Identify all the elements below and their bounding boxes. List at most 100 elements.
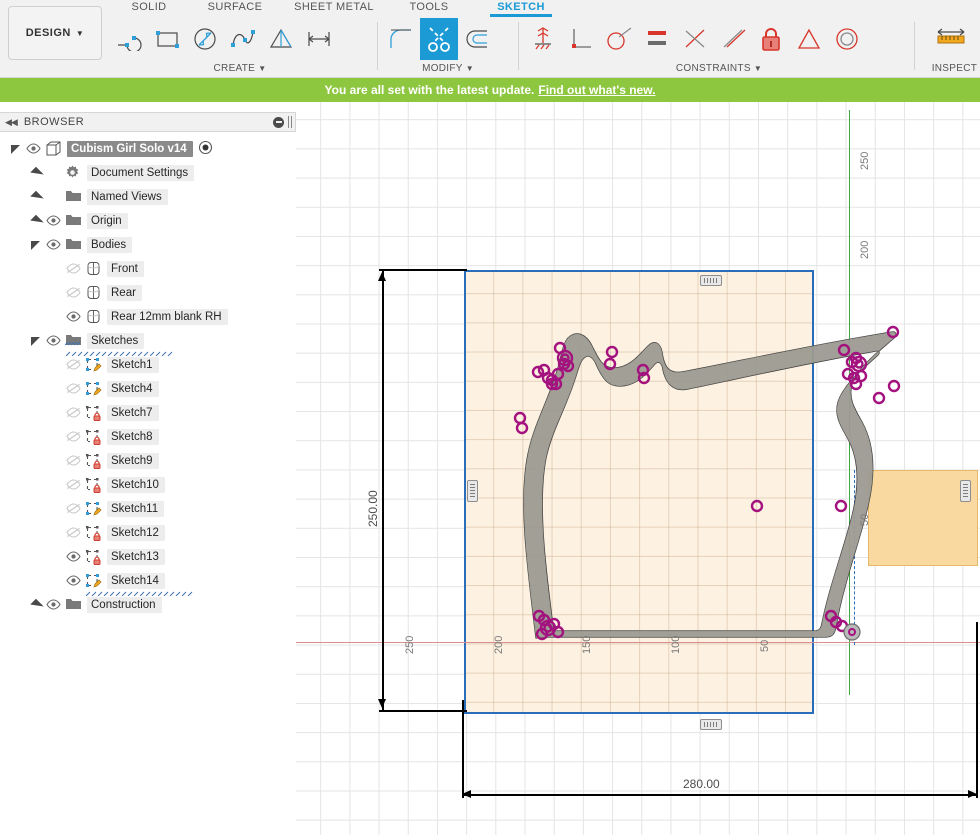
eye-visible-icon[interactable] (43, 598, 65, 612)
browser-item-document-settings[interactable]: Document Settings (0, 161, 296, 185)
width-dimension-text[interactable]: 280.00 (683, 777, 720, 791)
browser-item-sketch14[interactable]: Sketch14 (0, 569, 296, 597)
browser-item-front[interactable]: Front (0, 257, 296, 281)
browser-item-sketch7[interactable]: Sketch7 (0, 401, 296, 425)
collapse-triangle-icon[interactable] (30, 335, 43, 348)
expand-triangle-icon[interactable] (30, 191, 43, 204)
height-dim-ext-top (379, 269, 467, 271)
browser-item-sketch1[interactable]: Sketch1 (0, 353, 296, 377)
eye-visible-icon[interactable] (43, 214, 65, 228)
eye-hidden-icon[interactable] (63, 478, 85, 492)
plane-grip-top[interactable] (700, 275, 722, 286)
workspace-switcher-button[interactable]: DESIGN ▼ (8, 6, 102, 60)
circle-diameter-icon[interactable] (186, 18, 224, 60)
expand-triangle-icon[interactable] (30, 599, 43, 612)
create-panel: CREATE ▼ (110, 17, 377, 77)
tab-sketch[interactable]: SKETCH (490, 0, 552, 17)
browser-tree: Cubism Girl Solo v14 Document Settings Nam… (0, 137, 296, 617)
perpendicular-constraint-icon[interactable] (562, 18, 600, 60)
browser-item-sketch12[interactable]: Sketch12 (0, 521, 296, 545)
collapse-triangle-icon[interactable] (30, 239, 43, 252)
expand-triangle-icon[interactable] (30, 167, 43, 180)
eye-hidden-icon[interactable] (63, 286, 85, 300)
spline-icon[interactable] (224, 18, 262, 60)
collapse-left-icon[interactable]: ◀◀ (5, 117, 18, 128)
browser-item-sketches[interactable]: Sketches (0, 329, 296, 357)
constraints-panel-label[interactable]: CONSTRAINTS ▼ (569, 63, 869, 74)
equal-constraint-icon[interactable] (714, 18, 752, 60)
modify-panel-label[interactable]: MODIFY ▼ (382, 63, 514, 74)
browser-item-sketch11[interactable]: Sketch11 (0, 497, 296, 521)
eye-hidden-icon[interactable] (63, 454, 85, 468)
eye-hidden-icon[interactable] (63, 406, 85, 420)
browser-item-origin[interactable]: Origin (0, 209, 296, 233)
panel-resize-handle[interactable] (288, 116, 292, 128)
eye-visible-icon[interactable] (63, 550, 85, 564)
eye-visible-icon[interactable] (23, 142, 45, 156)
browser-item-label: Construction (87, 597, 162, 613)
polygon-icon[interactable] (262, 18, 300, 60)
eye-visible-icon[interactable] (43, 334, 65, 348)
measure-icon[interactable] (932, 18, 970, 60)
tab-surface[interactable]: SURFACE (196, 0, 274, 17)
browser-item-named-views[interactable]: Named Views (0, 185, 296, 209)
expand-triangle-icon[interactable] (30, 215, 43, 228)
rectangle-icon[interactable] (148, 18, 186, 60)
browser-item-sketch8[interactable]: Sketch8 (0, 425, 296, 449)
trim-icon[interactable] (420, 18, 458, 60)
eye-hidden-icon[interactable] (63, 358, 85, 372)
slot-icon[interactable] (300, 18, 338, 60)
fillet-icon[interactable] (382, 18, 420, 60)
eye-hidden-icon[interactable] (63, 526, 85, 540)
sketch-lock-icon (85, 477, 107, 493)
plane-grip-right[interactable] (960, 480, 971, 502)
x-tick-150: 150 (581, 635, 593, 654)
browser-item-rear[interactable]: Rear (0, 281, 296, 305)
minimize-icon[interactable] (273, 116, 284, 128)
eye-hidden-icon[interactable] (63, 262, 85, 276)
browser-item-sketch10[interactable]: Sketch10 (0, 473, 296, 497)
plane-grip-bottom[interactable] (700, 719, 722, 730)
fix-lock-icon[interactable] (752, 18, 790, 60)
body-icon (85, 285, 107, 301)
arc-icon[interactable] (110, 18, 148, 60)
browser-item-rear-12mm-blank-rh[interactable]: Rear 12mm blank RH (0, 305, 296, 329)
activate-component-radio[interactable] (198, 140, 213, 158)
create-panel-label[interactable]: CREATE ▼ (140, 63, 340, 74)
sketch-canvas[interactable]: 250 200 150 100 50 250 200 50 250.00 280… (296, 102, 980, 835)
collapse-triangle-icon[interactable] (10, 143, 23, 156)
browser-item-sketch13[interactable]: Sketch13 (0, 545, 296, 569)
sketch-lock-icon (85, 549, 107, 565)
eye-visible-icon[interactable] (63, 574, 85, 588)
folder-icon (65, 213, 87, 229)
whats-new-link[interactable]: Find out what's new. (538, 83, 655, 97)
inspect-panel-label[interactable]: INSPECT ▼ (920, 63, 980, 74)
browser-item-sketch9[interactable]: Sketch9 (0, 449, 296, 473)
fix-constraint-icon[interactable] (524, 18, 562, 60)
browser-item-bodies[interactable]: Bodies (0, 233, 296, 257)
browser-item-construction[interactable]: Construction (0, 593, 296, 617)
coincident-constraint-icon[interactable] (600, 18, 638, 60)
sketch-lock-icon (85, 429, 107, 445)
browser-item-cubism-girl-solo-v14[interactable]: Cubism Girl Solo v14 (0, 137, 296, 161)
browser-item-label: Sketch10 (107, 477, 165, 493)
width-dim-arrow-right (968, 790, 977, 798)
symmetry-constraint-icon[interactable] (790, 18, 828, 60)
tab-sheet-metal[interactable]: SHEET METAL (280, 0, 388, 17)
tab-tools[interactable]: TOOLS (398, 0, 460, 17)
tab-solid[interactable]: SOLID (110, 0, 188, 17)
eye-visible-icon[interactable] (43, 238, 65, 252)
tangent-constraint-icon[interactable] (676, 18, 714, 60)
eye-visible-icon[interactable] (63, 310, 85, 324)
eye-hidden-icon[interactable] (63, 430, 85, 444)
eye-hidden-icon[interactable] (63, 502, 85, 516)
height-dimension-text[interactable]: 250.00 (366, 490, 380, 527)
browser-item-sketch4[interactable]: Sketch4 (0, 377, 296, 401)
plane-grip-left[interactable] (467, 480, 478, 502)
constraints-panel: CONSTRAINTS ▼ (524, 17, 914, 77)
concentric-constraint-icon[interactable] (828, 18, 866, 60)
parallel-constraint-icon[interactable] (638, 18, 676, 60)
eye-hidden-icon[interactable] (63, 382, 85, 396)
offset-icon[interactable] (458, 18, 496, 60)
